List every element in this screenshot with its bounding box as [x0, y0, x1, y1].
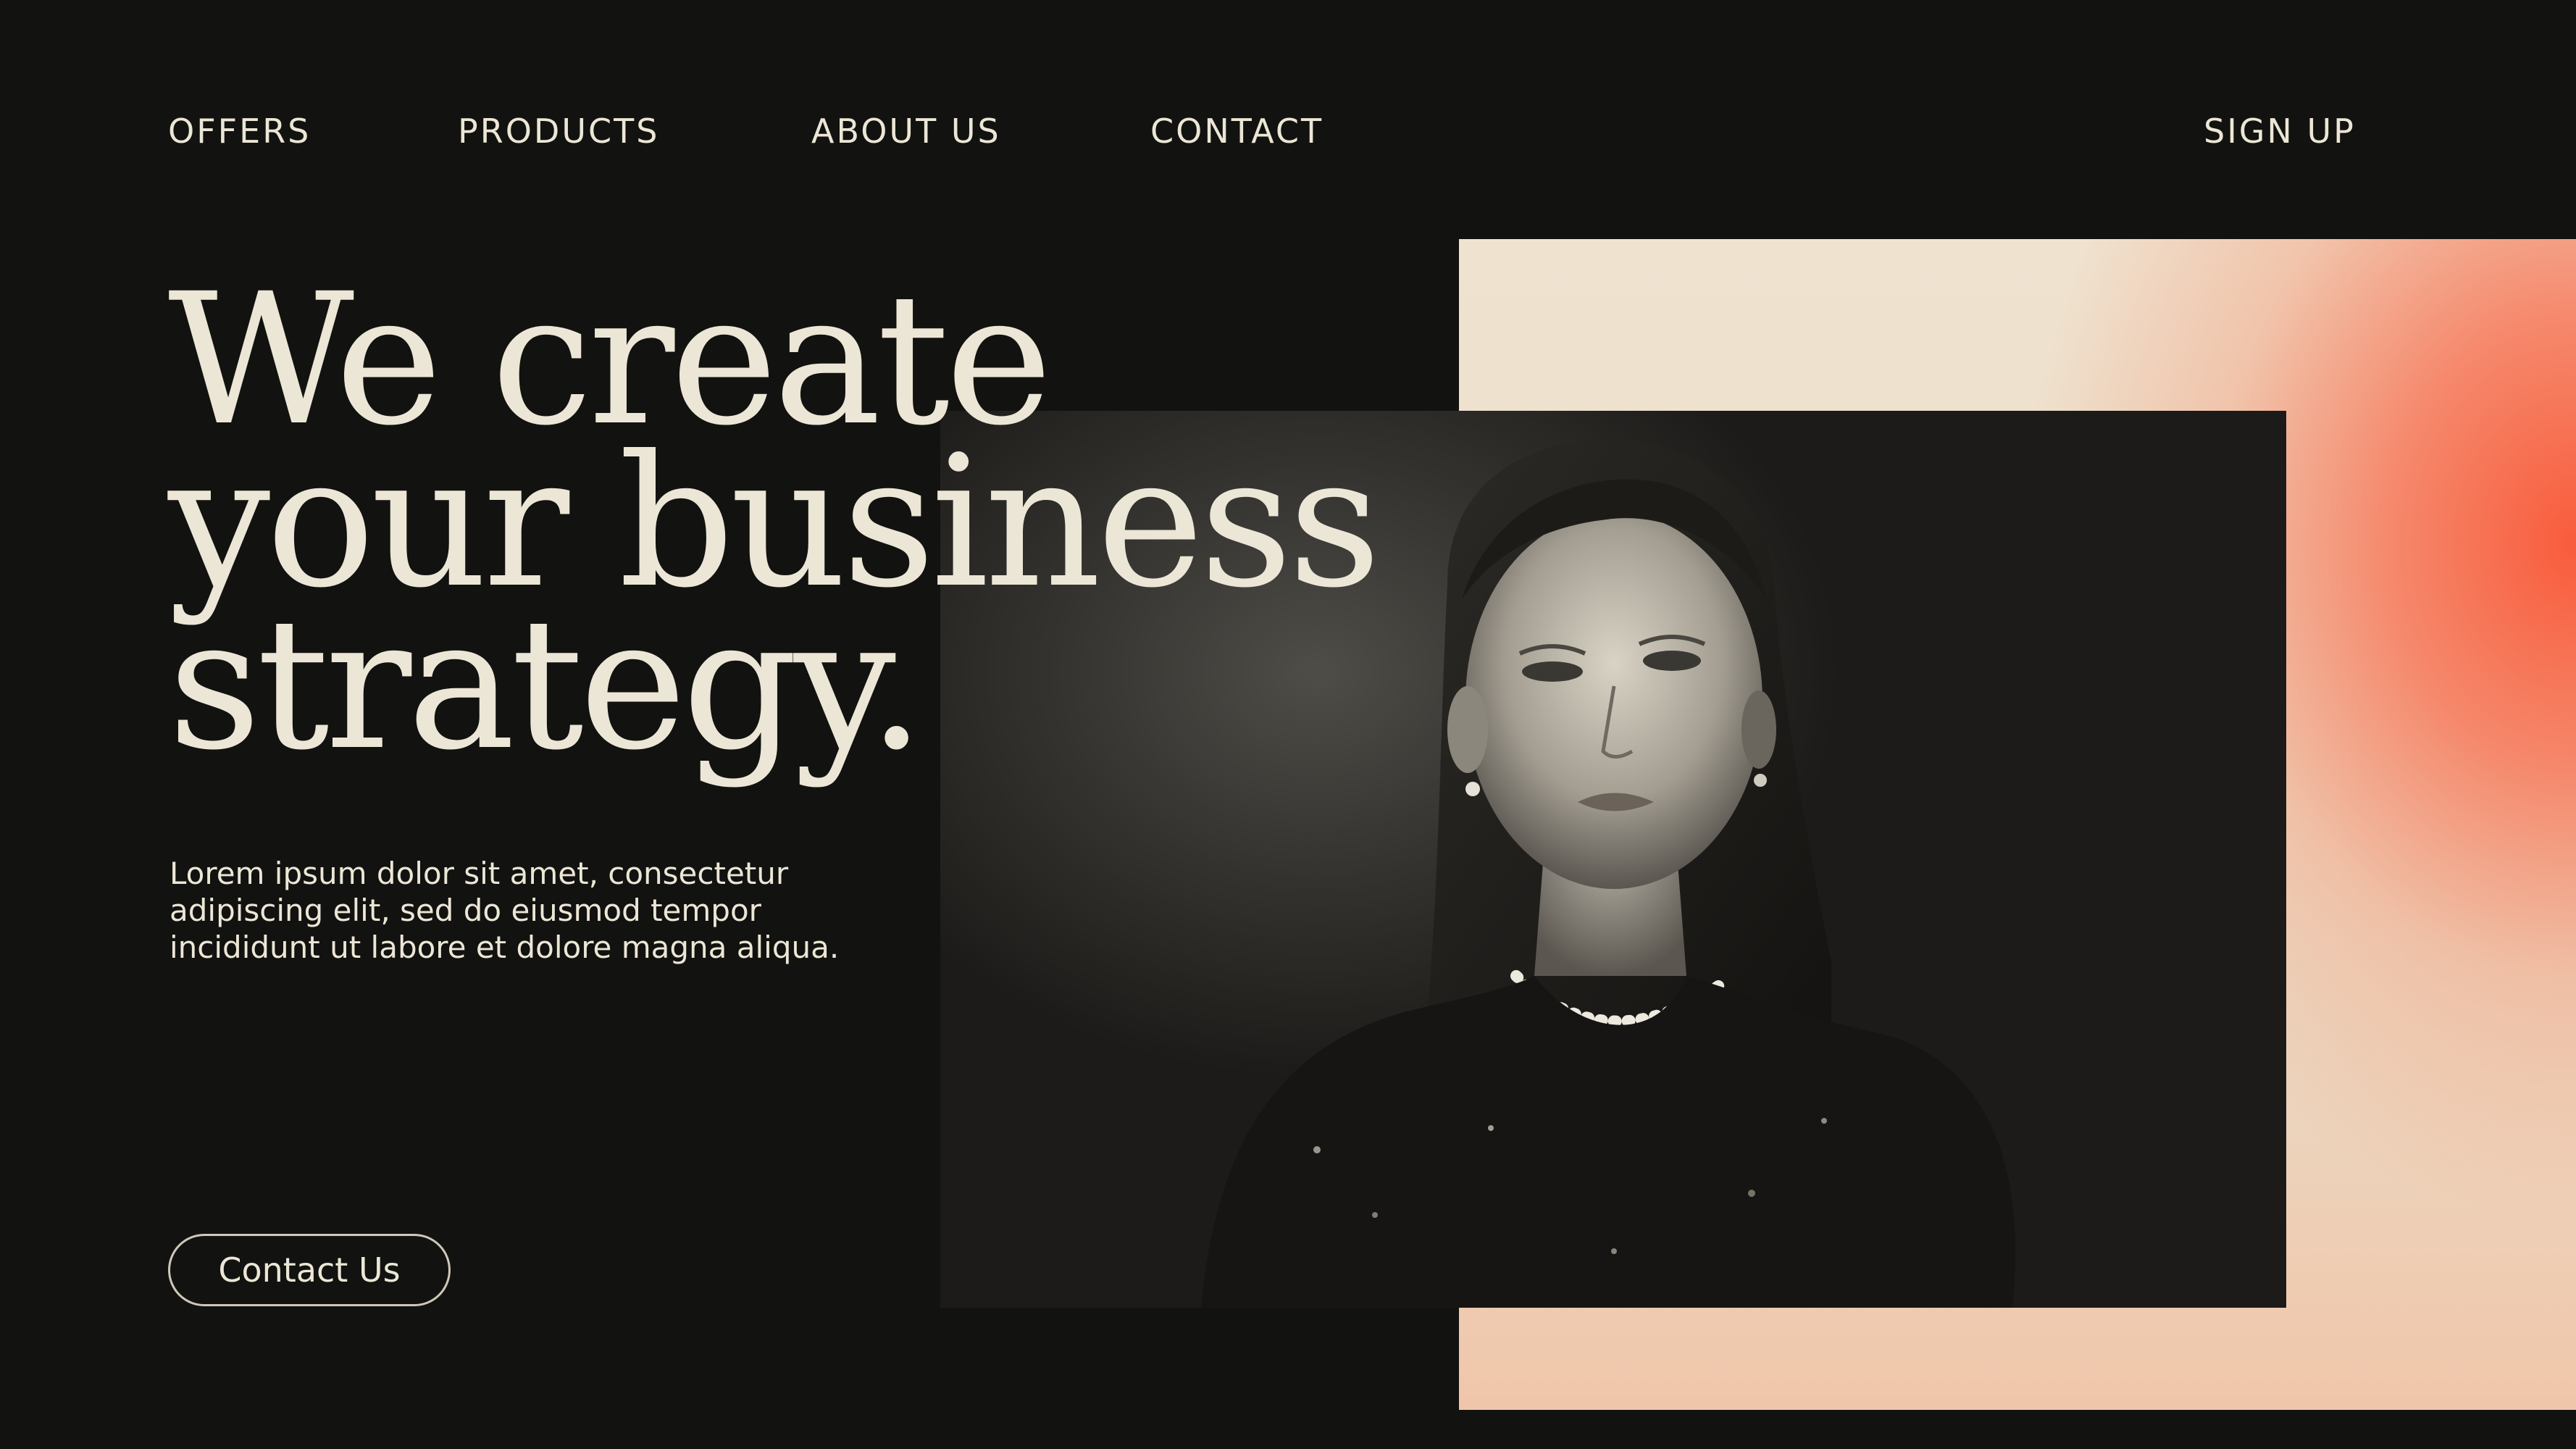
contact-us-button[interactable]: Contact Us [168, 1234, 451, 1306]
sign-up-link[interactable]: SIGN UP [2204, 114, 2356, 148]
nav-link-products[interactable]: PRODUCTS [458, 114, 659, 148]
hero-description: Lorem ipsum dolor sit amet, consectetur … [170, 856, 840, 965]
headline-line-3: strategy. [168, 579, 925, 790]
nav-link-about-us[interactable]: ABOUT US [811, 114, 1001, 148]
hero-headline: We create your business strategy. [168, 270, 1381, 790]
nav-link-contact[interactable]: CONTACT [1150, 114, 1323, 148]
nav-link-offers[interactable]: OFFERS [168, 114, 311, 148]
